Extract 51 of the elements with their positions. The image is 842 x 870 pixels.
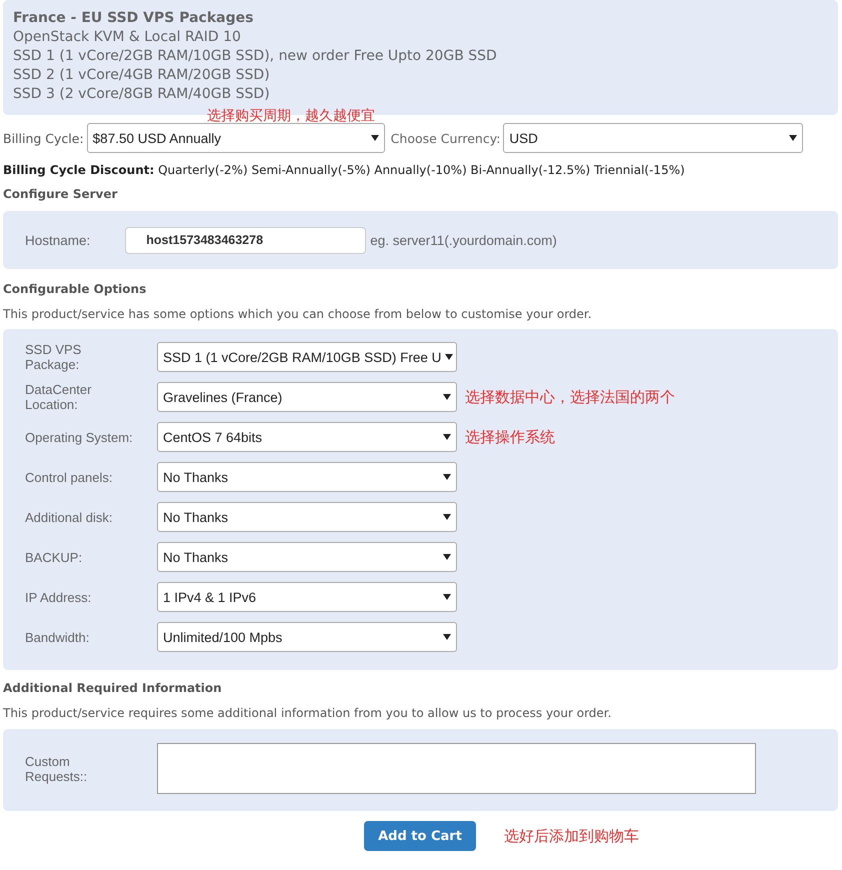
annotation: 选择操作系统 <box>465 428 555 446</box>
caret-icon <box>443 394 451 400</box>
field-label: IP Address: <box>25 590 92 604</box>
field-label: Bandwidth: <box>25 630 90 644</box>
annotation: 选择购买周期，越久越便宜 <box>207 108 375 124</box>
field-label: Control panels: <box>25 470 114 484</box>
discount-text: Billing Cycle Discount: Quarterly(-2%) Semi-Annually(-5%) Annually(-10%) Bi-Annually(-12.5%) Triennial(-15%) <box>2 163 686 177</box>
currency-select[interactable]: USD <box>503 123 804 153</box>
field-label: DataCenter Location: <box>25 382 92 412</box>
caret-icon <box>443 554 451 560</box>
caret-icon <box>443 514 451 520</box>
field-label: Choose Currency: <box>390 130 500 146</box>
package-line: SSD 1 (1 vCore/2GB RAM/10GB SSD), new order Free Upto 20GB SSD <box>13 47 498 66</box>
option-select[interactable]: CentOS 7 64bits <box>157 422 457 452</box>
annotation: 选好后添加到购物车 <box>504 826 639 846</box>
field-label: Hostname: <box>25 232 90 248</box>
section-description: This product/service has some options which you can choose from below to customise your order. <box>2 307 593 321</box>
section-heading: Configure Server <box>2 187 118 201</box>
field-label: Custom Requests:: <box>25 754 88 784</box>
section-heading: Configurable Options <box>2 282 148 296</box>
field-label: Operating System: <box>25 430 134 444</box>
billing-cycle-select[interactable]: $87.50 USD Annually <box>86 123 385 153</box>
hint-text: eg. server11(.yourdomain.com) <box>370 232 557 248</box>
package-line: SSD 2 (1 vCore/4GB RAM/20GB SSD) <box>13 66 271 85</box>
option-select[interactable]: No Thanks <box>157 502 457 532</box>
option-select[interactable]: No Thanks <box>157 542 457 572</box>
field-label: Billing Cycle: <box>3 130 84 146</box>
annotation: 选择数据中心，选择法国的两个 <box>465 388 675 406</box>
package-line: OpenStack KVM & Local RAID 10 <box>13 28 242 47</box>
package-line: SSD 3 (2 vCore/8GB RAM/40GB SSD) <box>13 85 271 104</box>
package-title: France - EU SSD VPS Packages <box>13 9 254 28</box>
caret-icon <box>443 474 451 480</box>
option-select[interactable]: 1 IPv4 & 1 IPv6 <box>157 582 457 612</box>
field-label: SSD VPS Package: <box>25 342 82 372</box>
caret-icon <box>443 434 451 440</box>
option-select[interactable]: Unlimited/100 Mpbs <box>157 622 457 652</box>
section-heading: Additional Required Information <box>2 681 223 695</box>
caret-icon <box>445 354 454 360</box>
section-description: This product/service requires some additional information from you to allow us to process your order. <box>2 706 612 720</box>
hostname-field[interactable]: host1573483463278 <box>125 226 366 254</box>
caret-icon <box>443 634 451 640</box>
field-label: BACKUP: <box>25 550 84 564</box>
caret-icon <box>443 594 451 600</box>
option-select[interactable]: SSD 1 (1 vCore/2GB RAM/10GB SSD) Free U <box>157 342 457 372</box>
caret-icon <box>789 135 798 141</box>
custom-requests-field[interactable] <box>157 743 756 794</box>
option-select[interactable]: Gravelines (France) <box>157 382 457 412</box>
option-select[interactable]: No Thanks <box>157 462 457 492</box>
field-label: Additional disk: <box>25 510 114 524</box>
caret-icon <box>370 135 379 141</box>
add-to-cart-button[interactable]: Add to Cart <box>364 821 476 851</box>
